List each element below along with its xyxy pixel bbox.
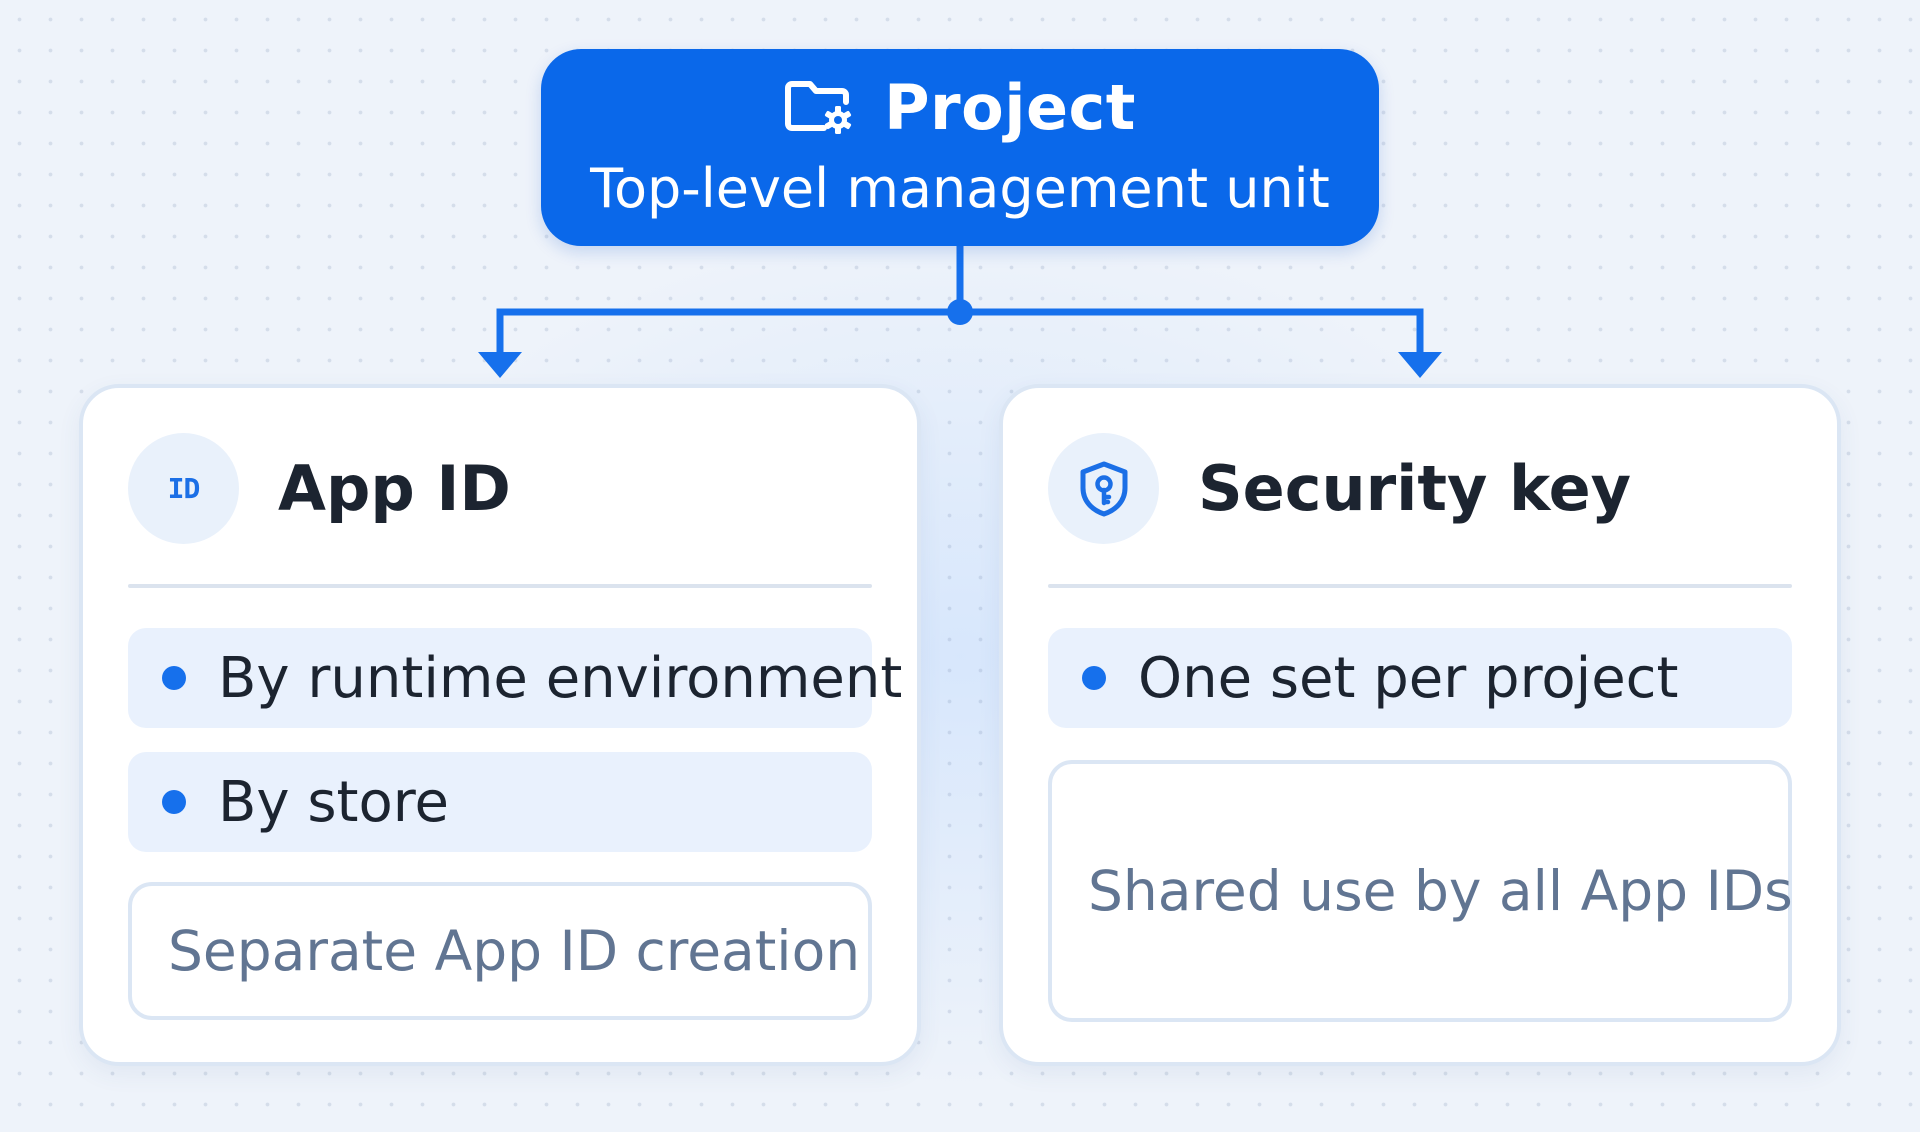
connector-branch-right xyxy=(960,308,1424,356)
app-id-card-divider xyxy=(128,584,872,588)
app-id-bullet-item: By store xyxy=(128,752,872,852)
security-key-bullet-text: One set per project xyxy=(1138,645,1679,711)
security-key-note-text: Shared use by all App IDs xyxy=(1088,859,1793,923)
security-key-card-header: Security key xyxy=(1048,433,1792,548)
app-id-note-text: Separate App ID creation xyxy=(168,919,861,983)
app-id-bullet-item: By runtime environment xyxy=(128,628,902,728)
folder-settings-icon xyxy=(784,74,856,140)
shield-key-icon xyxy=(1048,433,1159,544)
connector-branch-left xyxy=(496,308,960,356)
project-subtitle: Top-level management unit xyxy=(590,157,1330,220)
app-id-card-header: ID App ID xyxy=(128,433,872,548)
security-key-bullet-item: One set per project xyxy=(1048,628,1792,728)
security-key-card-title: Security key xyxy=(1198,452,1632,525)
bullet-dot xyxy=(162,666,186,690)
security-key-card: Security key One set per project Shared … xyxy=(999,384,1841,1066)
security-key-note-box: Shared use by all App IDs xyxy=(1048,760,1793,1022)
id-badge-icon-text: ID xyxy=(167,472,201,505)
app-id-note-box: Separate App ID creation xyxy=(128,882,872,1020)
app-id-bullet-text: By store xyxy=(218,769,449,835)
project-node: Project Top-level management unit xyxy=(541,49,1379,246)
app-id-bullet-text: By runtime environment xyxy=(218,645,903,711)
security-key-card-divider xyxy=(1048,584,1792,588)
connector-junction-dot xyxy=(947,299,973,325)
bullet-dot xyxy=(1082,666,1106,690)
arrow-head-left xyxy=(478,352,522,378)
project-title-row: Project xyxy=(541,67,1379,147)
id-badge-icon: ID xyxy=(128,433,239,544)
bullet-dot xyxy=(162,790,186,814)
project-title: Project xyxy=(884,70,1136,144)
arrow-head-right xyxy=(1398,352,1442,378)
app-id-card-title: App ID xyxy=(278,452,511,525)
app-id-card: ID App ID By runtime environment By stor… xyxy=(79,384,921,1066)
